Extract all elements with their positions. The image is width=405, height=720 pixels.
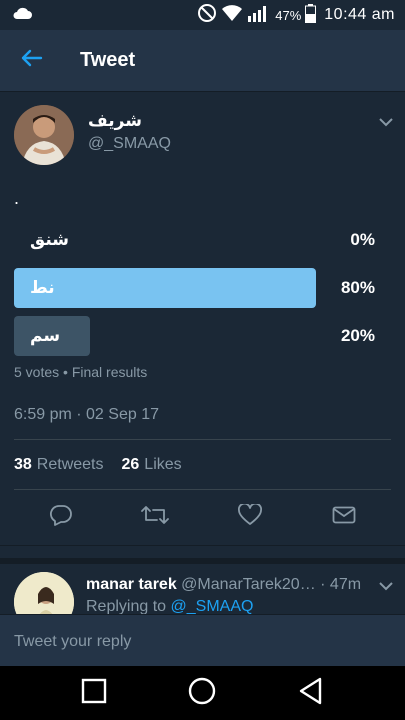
tweet-detail: شريف @_SMAAQ . شنق 0% نط 80% سم 20% 5 vo…: [0, 92, 405, 546]
retweets-count: 38: [14, 455, 32, 473]
page-title: Tweet: [80, 49, 136, 71]
like-button[interactable]: [226, 494, 274, 542]
poll-option-label: شنق: [30, 230, 69, 249]
poll-option-label: سم: [30, 326, 61, 345]
poll-option-label: نط: [30, 278, 55, 297]
tweet-timestamp: 6:59 pm · 02 Sep 17: [14, 380, 391, 440]
tweet-menu-caret[interactable]: [379, 114, 393, 132]
reply-item[interactable]: manar tarek @ManarTarek20… · 47m Replyin…: [0, 558, 405, 614]
poll-option-percent: 80%: [340, 278, 375, 297]
poll-option: نط 80%: [14, 268, 391, 308]
wifi-icon: [221, 4, 243, 26]
reply-author-name[interactable]: manar tarek: [86, 576, 177, 593]
poll-option: شنق 0%: [14, 220, 391, 260]
reply-button[interactable]: [37, 494, 85, 542]
battery-percent: 47%: [275, 7, 302, 23]
retweets-label: Retweets: [36, 455, 104, 473]
likes-stat[interactable]: 26 Likes: [122, 456, 182, 474]
recents-button[interactable]: [64, 666, 124, 720]
reply-icon: [49, 504, 73, 531]
home-button[interactable]: [172, 666, 232, 720]
system-nav-bar: [0, 666, 405, 720]
triangle-back-icon: [298, 677, 324, 710]
cloud-icon: [12, 6, 32, 25]
likes-count: 26: [121, 455, 140, 473]
replying-mention-link[interactable]: @_SMAAQ: [171, 598, 254, 614]
direct-message-button[interactable]: [320, 494, 368, 542]
signal-icon: [247, 4, 269, 26]
tweet-screen: 47% 10:44 am Tweet شريف @_SMAAQ . شنق 0%…: [0, 0, 405, 720]
author-handle[interactable]: @_SMAAQ: [88, 135, 171, 153]
retweet-icon: [141, 505, 170, 530]
reply-author-handle[interactable]: @ManarTarek20…: [181, 576, 316, 593]
app-bar: Tweet: [0, 30, 405, 92]
chevron-down-icon: [379, 114, 393, 131]
tweet-actions: [0, 490, 405, 546]
back-button[interactable]: [0, 30, 64, 92]
do-not-disturb-icon: [197, 3, 217, 27]
tweet-text: .: [14, 188, 20, 208]
tweet-author: شريف @_SMAAQ: [0, 92, 405, 174]
author-avatar[interactable]: [14, 105, 74, 165]
poll-meta: 5 votes • Final results: [14, 364, 148, 380]
system-back-button[interactable]: [281, 666, 341, 720]
poll: شنق 0% نط 80% سم 20% 5 votes • Final res…: [0, 220, 405, 380]
square-icon: [81, 678, 107, 709]
battery-icon: [305, 3, 317, 27]
replying-prefix: Replying to: [86, 598, 167, 614]
reply-avatar[interactable]: [14, 572, 74, 614]
heart-icon: [237, 502, 262, 531]
poll-bar-winner: [14, 268, 316, 308]
retweets-stat[interactable]: 38 Retweets: [14, 456, 104, 474]
reply-time: · 47m: [320, 576, 362, 593]
clock: 10:44 am: [324, 6, 395, 23]
tweet-stats: 38 Retweets 26 Likes: [14, 440, 391, 490]
envelope-icon: [332, 506, 356, 529]
poll-option: سم 20%: [14, 316, 391, 356]
replying-to: Replying to @_SMAAQ: [86, 598, 376, 614]
poll-option-percent: 20%: [340, 326, 375, 345]
compose-bar: [0, 614, 405, 666]
likes-label: Likes: [144, 455, 182, 473]
retweet-button[interactable]: [131, 494, 179, 542]
poll-option-percent: 0%: [350, 230, 375, 249]
author-name[interactable]: شريف: [88, 111, 171, 131]
reply-input[interactable]: [14, 633, 391, 651]
chevron-down-icon: [379, 578, 393, 595]
back-arrow-icon: [21, 49, 43, 72]
reply-menu-caret[interactable]: [379, 578, 393, 596]
status-bar: 47% 10:44 am: [0, 0, 405, 30]
circle-icon: [188, 677, 216, 710]
